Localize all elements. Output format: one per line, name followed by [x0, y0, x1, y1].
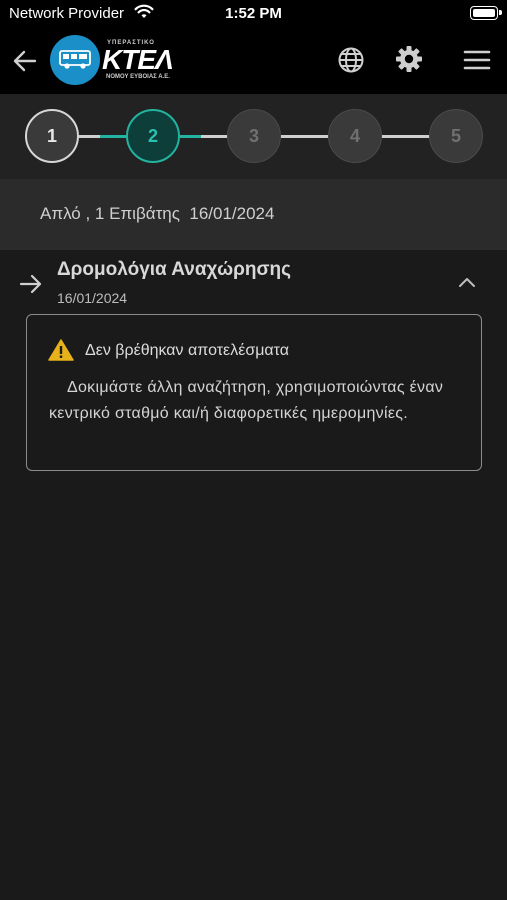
section-title: Δρομολόγια Αναχώρησης	[57, 259, 291, 280]
globe-icon[interactable]	[337, 46, 365, 74]
step-1[interactable]: 1	[25, 109, 79, 163]
battery-icon	[470, 6, 502, 20]
back-arrow-icon[interactable]	[12, 48, 38, 74]
step-connector	[382, 135, 429, 138]
no-results-message: Δοκιμάστε άλλη αναζήτηση, χρησιμοποιώντα…	[49, 379, 444, 422]
step-label: 2	[147, 125, 158, 146]
ktel-logo: ΥΠΕΡΑΣΤΙΚΟ ΚΤΕΛ ΝΟΜΟΥ ΕΥΒΟΙΑΣ Α.Ε.	[50, 35, 178, 87]
step-connector	[281, 135, 328, 138]
section-date: 16/01/2024	[57, 290, 128, 306]
no-results-box: Δεν βρέθηκαν αποτελέσματα Δοκιμάστε άλλη…	[26, 314, 482, 471]
booking-stepper: 1 2 3 4 5	[0, 94, 507, 179]
status-time: 1:52 PM	[225, 5, 282, 22]
step-4: 4	[328, 109, 382, 163]
step-connector	[79, 135, 126, 138]
warning-icon	[48, 339, 74, 361]
trip-summary: Απλό , 1 Επιβάτης 16/01/2024	[0, 179, 507, 250]
step-2[interactable]: 2	[126, 109, 180, 163]
step-connector	[180, 135, 227, 138]
logo-tagline-bottom: ΝΟΜΟΥ ΕΥΒΟΙΑΣ Α.Ε.	[106, 74, 170, 80]
step-label: 1	[46, 125, 57, 146]
departures-section-header[interactable]: Δρομολόγια Αναχώρησης 16/01/2024	[0, 250, 507, 312]
chevron-up-icon[interactable]	[458, 276, 476, 288]
step-label: 4	[349, 125, 360, 146]
logo-brand: ΚΤΕΛ	[102, 44, 174, 75]
status-bar: Network Provider 1:52 PM	[0, 0, 507, 28]
step-label: 3	[248, 125, 259, 146]
step-label: 5	[450, 125, 461, 146]
trip-summary-text: Απλό , 1 Επιβάτης 16/01/2024	[40, 204, 275, 223]
no-results-title: Δεν βρέθηκαν αποτελέσματα	[85, 342, 290, 359]
bus-icon	[59, 50, 91, 69]
step-3: 3	[227, 109, 281, 163]
arrow-right-icon	[19, 274, 42, 294]
hamburger-menu-icon[interactable]	[463, 48, 491, 72]
app-header: ΥΠΕΡΑΣΤΙΚΟ ΚΤΕΛ ΝΟΜΟΥ ΕΥΒΟΙΑΣ Α.Ε.	[0, 28, 507, 94]
step-5: 5	[429, 109, 483, 163]
gear-icon[interactable]	[395, 45, 423, 73]
